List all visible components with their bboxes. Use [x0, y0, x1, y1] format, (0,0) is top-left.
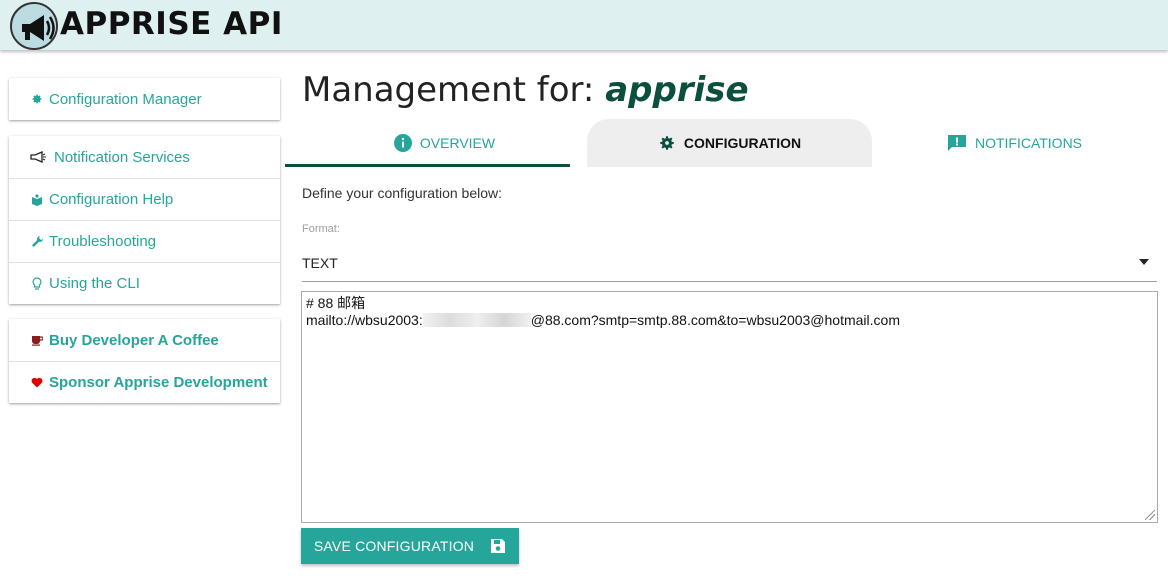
active-tab-indicator — [285, 164, 570, 167]
brand-title[interactable]: APPRISE API — [60, 6, 283, 42]
tab-overview[interactable]: OVERVIEW — [302, 119, 587, 167]
format-select[interactable]: TEXT — [302, 244, 1157, 282]
page-title: Management for: apprise — [302, 70, 749, 110]
page-title-name: apprise — [605, 70, 749, 110]
config-line-prefix: mailto://wbsu2003: — [306, 312, 423, 328]
tab-label: NOTIFICATIONS — [974, 135, 1083, 151]
heart-icon — [30, 376, 44, 390]
sidebar-item-label: Buy Developer A Coffee — [49, 331, 219, 349]
sidebar-item-label: Sponsor Apprise Development — [49, 374, 268, 391]
sidebar-item-sponsor[interactable]: Sponsor Apprise Development — [9, 361, 280, 403]
coffee-icon — [30, 333, 44, 347]
info-icon — [393, 134, 412, 152]
sidebar-item-label: Configuration Manager — [49, 90, 202, 108]
sidebar-item-label: Troubleshooting — [49, 233, 157, 250]
sidebar-item-troubleshooting[interactable]: Troubleshooting — [9, 220, 280, 262]
sidebar-group-help: Notification Services Configuration Help… — [9, 136, 280, 304]
gear-icon — [30, 92, 44, 106]
sidebar-group-support: Buy Developer A Coffee Sponsor Apprise D… — [9, 319, 280, 403]
megaphone-icon[interactable] — [10, 2, 58, 50]
sidebar-group-config: Configuration Manager — [9, 78, 280, 120]
sidebar-item-configuration-help[interactable]: Configuration Help — [9, 178, 280, 220]
tab-label: OVERVIEW — [419, 135, 496, 151]
tab-configuration[interactable]: CONFIGURATION — [587, 119, 872, 167]
top-bar: APPRISE API — [0, 0, 1168, 50]
wrench-icon — [30, 235, 44, 249]
sidebar-item-label: Configuration Help — [49, 191, 174, 208]
tab-label: CONFIGURATION — [683, 135, 802, 151]
page-title-prefix: Management for: — [302, 70, 595, 110]
format-label: Format: — [302, 223, 340, 235]
sidebar-item-notification-services[interactable]: Notification Services — [9, 136, 280, 178]
tab-bar: OVERVIEW CONFIGURATION NOTIFICATIONS — [302, 119, 1158, 167]
caret-down-icon — [1139, 259, 1149, 265]
config-line: mailto://wbsu2003: @88.com?smtp=smtp.88.c… — [306, 312, 1153, 329]
sidebar-item-using-the-cli[interactable]: Using the CLI — [9, 262, 280, 304]
sidebar-item-label: Using the CLI — [49, 275, 140, 292]
save-button-label: SAVE CONFIGURATION — [313, 538, 475, 554]
config-line: # 88 邮箱 — [306, 295, 366, 311]
message-alert-icon — [947, 134, 967, 152]
lightbulb-icon — [30, 277, 44, 291]
format-select-value: TEXT — [302, 254, 338, 271]
floppy-disk-icon — [490, 538, 506, 554]
config-textarea[interactable]: # 88 邮箱 mailto://wbsu2003: @88.com?smtp=s… — [301, 291, 1158, 523]
book-icon — [30, 193, 44, 207]
config-intro-text: Define your configuration below: — [302, 185, 503, 201]
megaphone-icon — [30, 150, 48, 164]
sidebar-item-buy-coffee[interactable]: Buy Developer A Coffee — [9, 319, 280, 361]
gear-icon — [658, 134, 676, 152]
save-configuration-button[interactable]: SAVE CONFIGURATION — [301, 528, 519, 564]
tab-notifications[interactable]: NOTIFICATIONS — [872, 119, 1157, 167]
sidebar-item-label: Notification Services — [54, 148, 190, 166]
sidebar-item-configuration-manager[interactable]: Configuration Manager — [9, 78, 280, 120]
config-line-suffix: @88.com?smtp=smtp.88.com&to=wbsu2003@hot… — [530, 312, 900, 328]
resize-handle[interactable] — [1145, 510, 1155, 520]
redacted-password — [422, 313, 531, 327]
